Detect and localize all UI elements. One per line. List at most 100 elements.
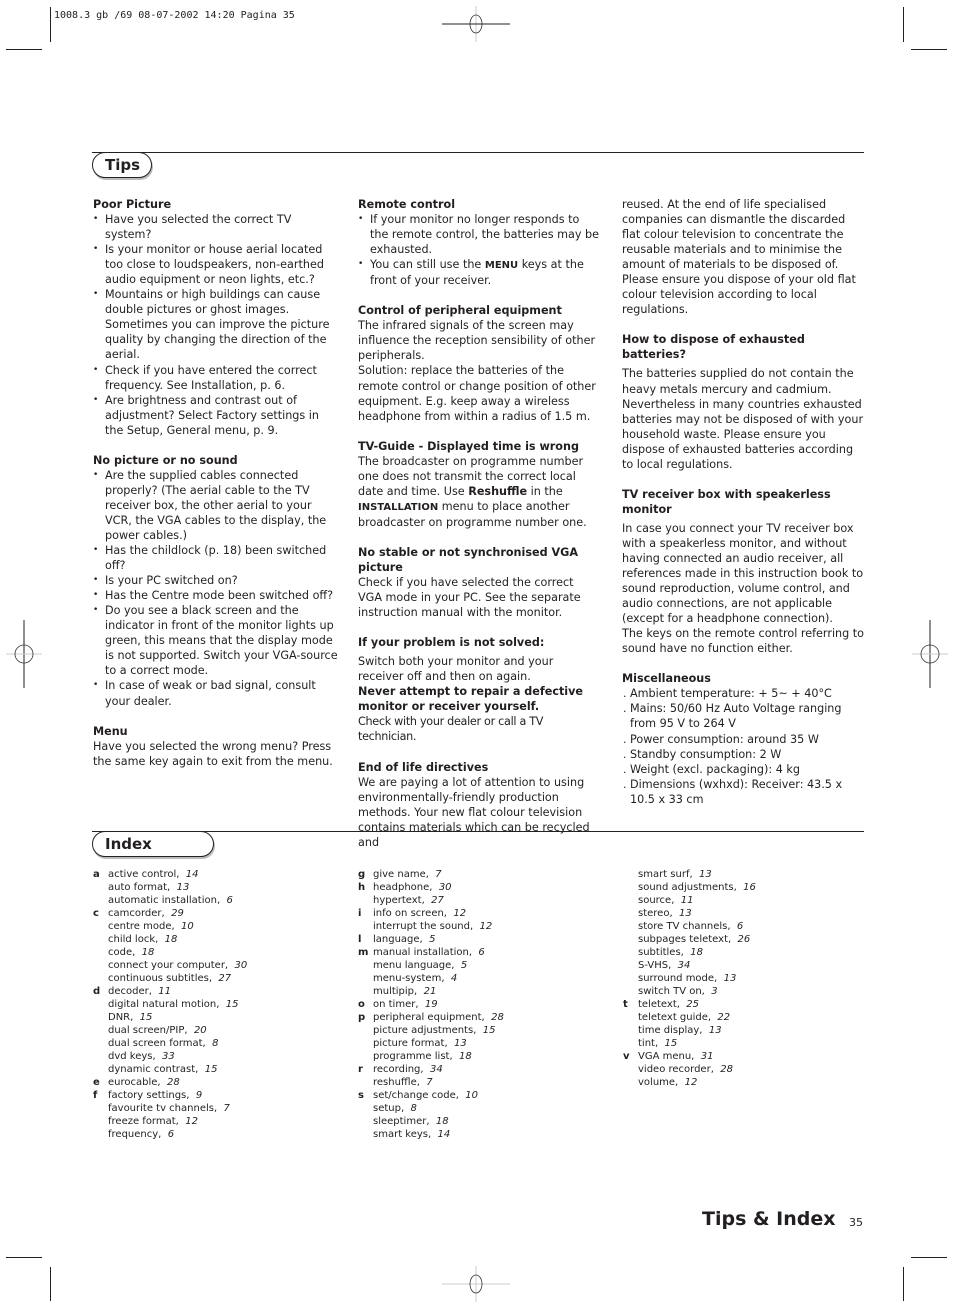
crop-mark <box>911 49 947 50</box>
index-entry: d decoder, 11 <box>93 985 333 998</box>
index-page: 15 <box>204 1064 218 1075</box>
index-entry: automatic installation, 6 <box>93 894 333 907</box>
index-letter: l <box>358 934 362 945</box>
index-entry: p peripheral equipment, 28 <box>358 1011 598 1024</box>
index-page: 8 <box>212 1038 219 1049</box>
index-heading: Index <box>92 831 214 857</box>
tip-heading: If your problem is not solved: <box>358 636 545 650</box>
index-entry: dynamic contrast, 15 <box>93 1063 333 1076</box>
tip-heading: Remote control <box>358 198 456 211</box>
index-term: continuous subtitles, <box>108 973 213 984</box>
tips-column-2: Remote control If your monitor no longer… <box>358 197 600 850</box>
index-page: 20 <box>193 1025 207 1036</box>
index-term: dynamic contrast, <box>108 1064 199 1075</box>
index-letter: s <box>358 1090 364 1101</box>
tips-column-1: Poor Picture Have you selected the corre… <box>93 197 338 769</box>
spec-list: Ambient temperature: + 5~ + 40°C Mains: … <box>622 686 867 806</box>
tip-warning: Never attempt to repair a defective moni… <box>358 685 584 714</box>
tip-heading: How to dispose of exhausted batteries? <box>622 333 805 362</box>
index-term: dual screen/PIP, <box>108 1025 188 1036</box>
index-letter: p <box>358 1012 366 1023</box>
index-page: 12 <box>684 1077 698 1088</box>
tip-bullet: Are the supplied cables connected proper… <box>93 468 338 543</box>
index-term: decoder, <box>108 986 152 997</box>
index-letter: o <box>358 999 365 1010</box>
index-page: 11 <box>158 986 171 997</box>
crop-mark <box>903 1267 904 1301</box>
index-term: video recorder, <box>638 1064 714 1075</box>
key-name: INSTALLATION <box>358 501 439 513</box>
registration-mark-icon <box>442 1266 510 1302</box>
index-term: picture format, <box>373 1038 448 1049</box>
index-term: eurocable, <box>108 1077 161 1088</box>
index-entry: g give name, 7 <box>358 868 598 881</box>
tip-heading: Miscellaneous <box>622 672 711 686</box>
index-entry: tint, 15 <box>623 1037 863 1050</box>
tip-text: We are paying a lot of attention to usin… <box>358 775 590 849</box>
index-page: 30 <box>438 882 452 893</box>
tip-heading: No stable or not synchronised VGA pictur… <box>358 545 578 574</box>
index-entry: store TV channels, 6 <box>623 920 863 933</box>
tip-bullet: Is your monitor or house aerial located … <box>93 242 338 287</box>
index-entry: dual screen/PIP, 20 <box>93 1024 333 1037</box>
index-page: 30 <box>234 960 248 971</box>
index-term: give name, <box>373 869 429 880</box>
index-term: time display, <box>638 1025 703 1036</box>
registration-mark-icon <box>6 620 42 688</box>
index-term: setup, <box>373 1103 405 1114</box>
spec-item: Standby consumption: 2 W <box>622 747 867 762</box>
index-page: 9 <box>195 1090 203 1101</box>
tip-bullet: If your monitor no longer responds to th… <box>358 212 600 257</box>
index-entry: t teletext, 25 <box>623 998 863 1011</box>
index-page: 34 <box>429 1064 443 1075</box>
index-page: 27 <box>218 973 232 984</box>
page-number: 35 <box>849 1216 863 1229</box>
index-term: smart keys, <box>373 1129 432 1140</box>
index-entry: m manual installation, 6 <box>358 946 598 959</box>
index-term: menu language, <box>373 960 455 971</box>
index-letter: c <box>93 908 99 919</box>
index-page: 18 <box>141 947 155 958</box>
registration-mark-icon <box>442 6 510 42</box>
tip-bullet: Is your PC switched on? <box>93 573 338 588</box>
index-page: 29 <box>171 908 184 919</box>
index-page: 11 <box>680 895 694 906</box>
spec-item: Dimensions (wxhxd): Receiver: 43.5 x 10.… <box>622 777 867 807</box>
crop-mark <box>50 1267 51 1301</box>
tip-text: The keys on the remote control referring… <box>622 627 865 656</box>
tip-bullets: Are the supplied cables connected proper… <box>93 468 338 709</box>
print-slug: 1008.3 gb /69 08-07-2002 14:20 Pagina 35 <box>54 10 295 21</box>
index-term: hypertext, <box>373 895 425 906</box>
index-entry: programme list, 18 <box>358 1050 598 1063</box>
index-entry: digital natural motion, 15 <box>93 998 333 1011</box>
index-term: headphone, <box>373 882 433 893</box>
index-entry: l language, 5 <box>358 933 598 946</box>
index-term: volume, <box>638 1077 679 1088</box>
index-term: reshuffle, <box>373 1077 420 1088</box>
index-page: 13 <box>723 973 737 984</box>
index-column-1: a active control, 14 auto format, 13 automa… <box>93 868 333 1141</box>
index-term: favourite tv channels, <box>108 1103 218 1114</box>
tip-text: reused. At the end of life specialised c… <box>622 198 856 317</box>
index-entry: dual screen format, 8 <box>93 1037 333 1050</box>
index-page: 22 <box>717 1012 731 1023</box>
index-entry: code, 18 <box>93 946 333 959</box>
index-term: code, <box>108 947 136 958</box>
tip-text: In case you connect your TV receiver box… <box>622 521 864 626</box>
index-entry: S-VHS, 34 <box>623 959 863 972</box>
index-term: S-VHS, <box>638 960 672 971</box>
index-letter: i <box>358 908 362 919</box>
index-page: 12 <box>185 1116 198 1127</box>
index-page: 6 <box>478 947 485 958</box>
index-column-2: g give name, 7 h headphone, 30 hypertext, 27… <box>358 868 598 1141</box>
index-term: subtitles, <box>638 947 684 958</box>
index-entry: auto format, 13 <box>93 881 333 894</box>
menu-item-name: Reshuffle <box>468 484 528 498</box>
index-term: teletext, <box>638 999 680 1010</box>
index-letter: g <box>358 869 366 880</box>
index-term: stereo, <box>638 908 673 919</box>
tip-bullet: Are brightness and contrast out of adjus… <box>93 393 338 438</box>
key-name: MENU <box>484 260 519 272</box>
tip-bullet: Mountains or high buildings can cause do… <box>93 287 338 362</box>
index-page: 25 <box>686 999 700 1010</box>
